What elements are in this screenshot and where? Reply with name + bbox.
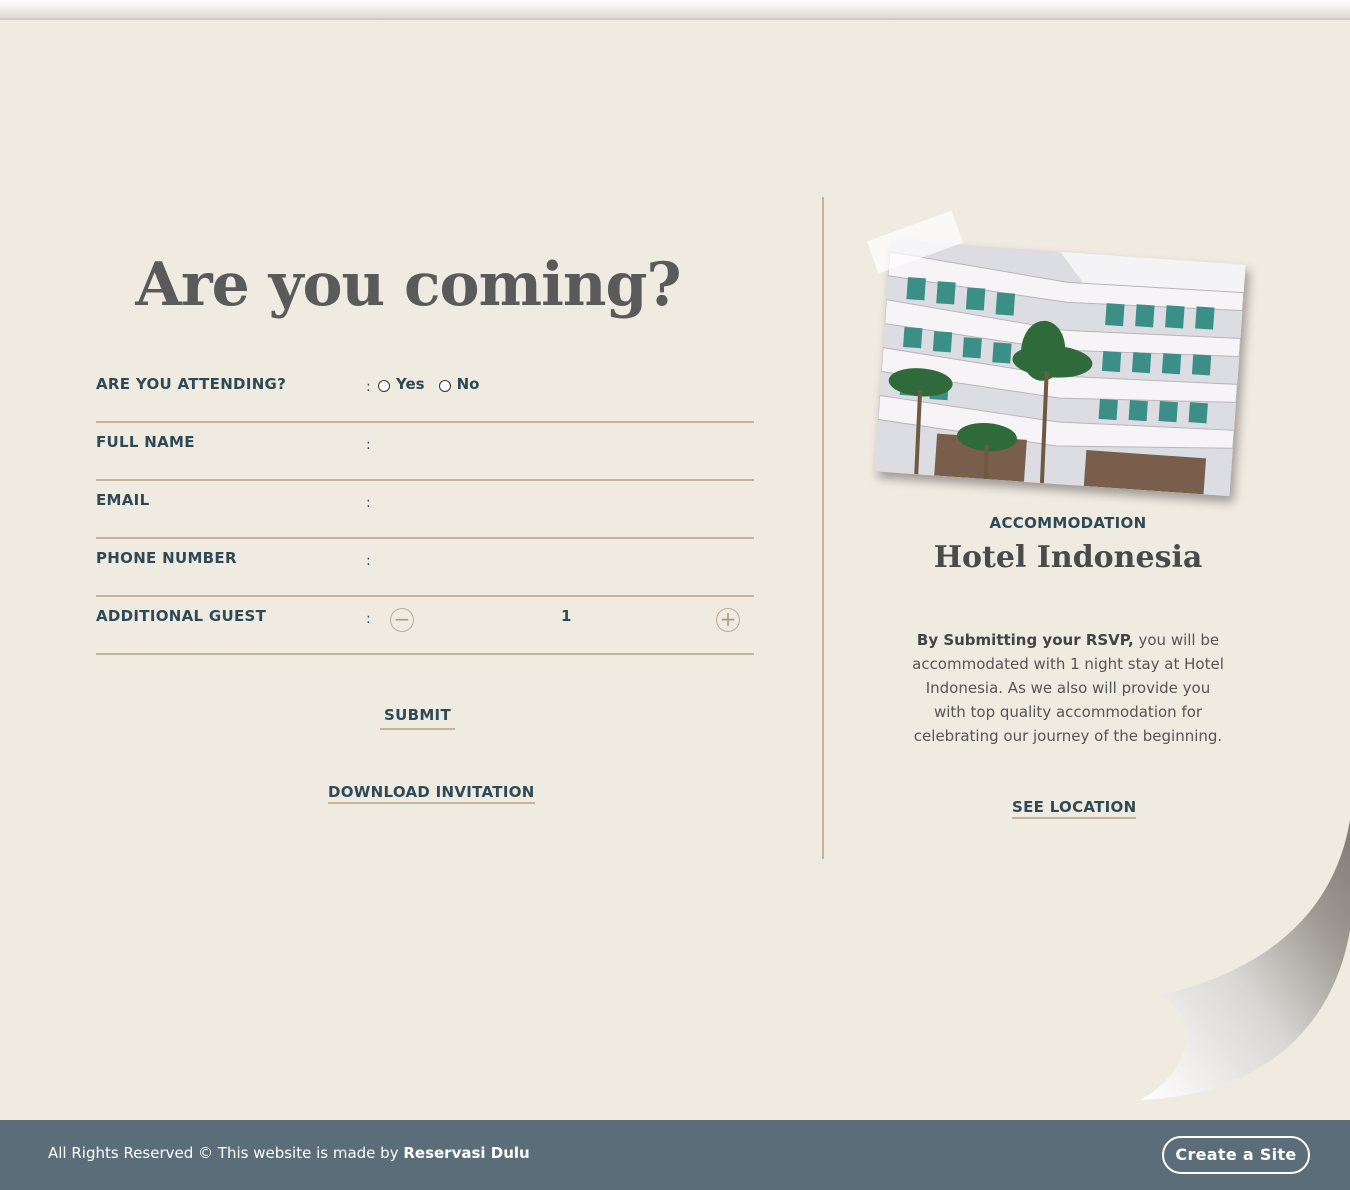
separator: : — [366, 379, 371, 395]
hotel-photo — [874, 239, 1246, 497]
phone-input[interactable] — [386, 547, 746, 575]
additional-guest-value: 1 — [561, 607, 572, 625]
radio-yes-label: Yes — [396, 375, 425, 393]
radio-circle-icon[interactable] — [378, 379, 390, 392]
footer-brand-link[interactable]: Reservasi Dulu — [403, 1144, 529, 1162]
radio-circle-icon[interactable] — [438, 379, 451, 392]
email-input[interactable] — [386, 489, 746, 517]
top-edge-shadow — [0, 0, 1350, 20]
accommodation-label: ACCOMMODATION — [989, 514, 1147, 532]
footer: All Rights Reserved © This website is ma… — [0, 1120, 1350, 1190]
create-site-button[interactable]: Create a Site — [1162, 1136, 1310, 1174]
email-label: EMAIL — [96, 491, 150, 509]
description-bold: By Submitting your RSVP, — [916, 631, 1134, 649]
download-invitation-link[interactable]: DOWNLOAD INVITATION — [328, 783, 535, 804]
additional-guest-row: ADDITIONAL GUEST : − 1 + — [96, 597, 754, 655]
radio-no[interactable]: No — [438, 375, 480, 393]
footer-copyright: All Rights Reserved © This website is ma… — [48, 1144, 530, 1162]
page-title: Are you coming? — [135, 250, 681, 320]
separator: : — [366, 553, 371, 569]
radio-yes[interactable]: Yes — [378, 375, 425, 393]
phone-row: PHONE NUMBER : — [96, 539, 754, 597]
full-name-input[interactable] — [386, 431, 746, 459]
separator: : — [366, 437, 371, 453]
additional-guest-label: ADDITIONAL GUEST — [96, 607, 267, 625]
hotel-name: Hotel Indonesia — [933, 540, 1203, 575]
separator: : — [366, 495, 371, 511]
full-name-row: FULL NAME : — [96, 423, 754, 481]
attending-radio-group: Yes No — [378, 375, 479, 393]
column-divider — [822, 197, 824, 859]
hotel-building-image — [874, 239, 1246, 497]
plus-circle-icon[interactable]: + — [716, 608, 740, 632]
submit-button[interactable]: SUBMIT — [380, 706, 455, 730]
footer-text-prefix: All Rights Reserved © This website is ma… — [48, 1144, 404, 1162]
full-name-label: FULL NAME — [96, 433, 195, 451]
separator: : — [366, 611, 371, 627]
attending-row: ARE YOU ATTENDING? : Yes No — [96, 365, 754, 423]
attending-label: ARE YOU ATTENDING? — [96, 375, 287, 393]
email-row: EMAIL : — [96, 481, 754, 539]
see-location-link[interactable]: SEE LOCATION — [1012, 798, 1137, 819]
minus-circle-icon[interactable]: − — [390, 608, 414, 632]
rsvp-form: ARE YOU ATTENDING? : Yes No FULL NAME : … — [96, 365, 754, 655]
radio-no-label: No — [456, 375, 480, 393]
phone-label: PHONE NUMBER — [96, 549, 237, 567]
accommodation-description: By Submitting your RSVP, you will be acc… — [908, 628, 1228, 748]
page-curl-decoration — [1130, 820, 1350, 1100]
